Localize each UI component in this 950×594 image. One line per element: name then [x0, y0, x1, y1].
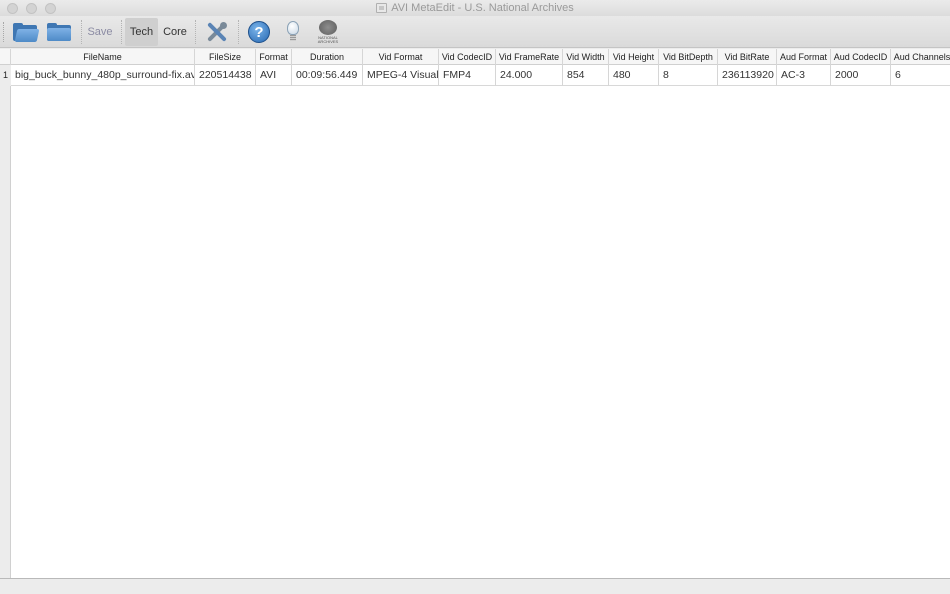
document-icon	[376, 3, 388, 13]
column-header-filename[interactable]: FileName	[11, 49, 195, 65]
column-header-aud-codecid[interactable]: Aud CodecID	[831, 49, 891, 65]
column-header-vid-framerate[interactable]: Vid FrameRate	[496, 49, 563, 65]
app-window: AVI MetaEdit - U.S. National Archives Sa…	[0, 0, 950, 594]
cell-aud-codecid[interactable]: 2000	[831, 65, 891, 86]
cell-vid-format[interactable]: MPEG-4 Visual	[363, 65, 439, 86]
cell-vid-width[interactable]: 854	[563, 65, 609, 86]
column-header-vid-bitrate[interactable]: Vid BitRate	[718, 49, 777, 65]
cell-filesize[interactable]: 220514438	[195, 65, 256, 86]
table-header: FileName FileSize Format Duration Vid Fo…	[0, 49, 950, 65]
cell-vid-bitrate[interactable]: 236113920	[718, 65, 777, 86]
folder-open-icon	[13, 23, 40, 42]
column-header-aud-channels[interactable]: Aud Channels	[891, 49, 950, 65]
row-number[interactable]: 1	[0, 65, 11, 86]
zoom-window-button[interactable]	[45, 3, 56, 14]
column-header-vid-codecid[interactable]: Vid CodecID	[439, 49, 496, 65]
help-icon: ?	[248, 21, 270, 43]
corner-cell[interactable]	[0, 49, 11, 65]
column-header-filesize[interactable]: FileSize	[195, 49, 256, 65]
lightbulb-icon	[287, 21, 299, 43]
core-view-button[interactable]: Core	[160, 18, 190, 46]
save-button-label: Save	[87, 26, 113, 38]
cell-vid-codecid[interactable]: FMP4	[439, 65, 496, 86]
row-number-column	[0, 49, 11, 578]
tech-view-button[interactable]: Tech	[124, 18, 159, 46]
cell-vid-framerate[interactable]: 24.000	[496, 65, 563, 86]
window-controls	[7, 3, 56, 14]
help-glyph: ?	[254, 23, 264, 41]
status-bar	[0, 578, 950, 594]
folder-icon	[47, 23, 71, 41]
toolbar-grip[interactable]	[3, 22, 6, 42]
open-folder-button[interactable]	[45, 18, 73, 46]
cell-vid-bitdepth[interactable]: 8	[659, 65, 718, 86]
column-header-vid-format[interactable]: Vid Format	[363, 49, 439, 65]
save-button[interactable]: Save	[84, 18, 116, 46]
close-window-button[interactable]	[7, 3, 18, 14]
tools-icon	[206, 21, 228, 43]
column-header-vid-bitdepth[interactable]: Vid BitDepth	[659, 49, 718, 65]
preferences-button[interactable]	[204, 18, 230, 46]
core-view-label: Core	[163, 26, 187, 38]
column-header-format[interactable]: Format	[256, 49, 292, 65]
toolbar-separator	[121, 20, 122, 44]
national-archives-logo: NATIONAL ARCHIVES	[317, 20, 339, 44]
cell-filename[interactable]: big_buck_bunny_480p_surround-fix.avi	[11, 65, 195, 86]
cell-aud-format[interactable]: AC-3	[777, 65, 831, 86]
cell-format[interactable]: AVI	[256, 65, 292, 86]
toolbar: Save Tech Core ? NATIONAL ARCHIVES	[0, 16, 950, 48]
column-header-vid-width[interactable]: Vid Width	[563, 49, 609, 65]
archives-logo-text: NATIONAL ARCHIVES	[317, 35, 339, 44]
column-header-aud-format[interactable]: Aud Format	[777, 49, 831, 65]
column-header-duration[interactable]: Duration	[292, 49, 363, 65]
metadata-table[interactable]: FileName FileSize Format Duration Vid Fo…	[0, 49, 950, 578]
cell-vid-height[interactable]: 480	[609, 65, 659, 86]
window-title-text: AVI MetaEdit - U.S. National Archives	[391, 2, 574, 14]
open-files-button[interactable]	[11, 18, 40, 46]
toolbar-separator	[238, 20, 239, 44]
cell-duration[interactable]: 00:09:56.449	[292, 65, 363, 86]
title-bar: AVI MetaEdit - U.S. National Archives	[0, 0, 950, 16]
help-button[interactable]: ?	[246, 18, 272, 46]
minimize-window-button[interactable]	[26, 3, 37, 14]
tech-view-label: Tech	[124, 18, 159, 46]
tips-button[interactable]	[282, 18, 304, 46]
table-row[interactable]: 1 big_buck_bunny_480p_surround-fix.avi 2…	[0, 65, 950, 86]
about-button[interactable]: NATIONAL ARCHIVES	[315, 18, 341, 46]
column-header-vid-height[interactable]: Vid Height	[609, 49, 659, 65]
cell-aud-channels[interactable]: 6	[891, 65, 950, 86]
window-title: AVI MetaEdit - U.S. National Archives	[0, 2, 950, 14]
toolbar-separator	[195, 20, 196, 44]
